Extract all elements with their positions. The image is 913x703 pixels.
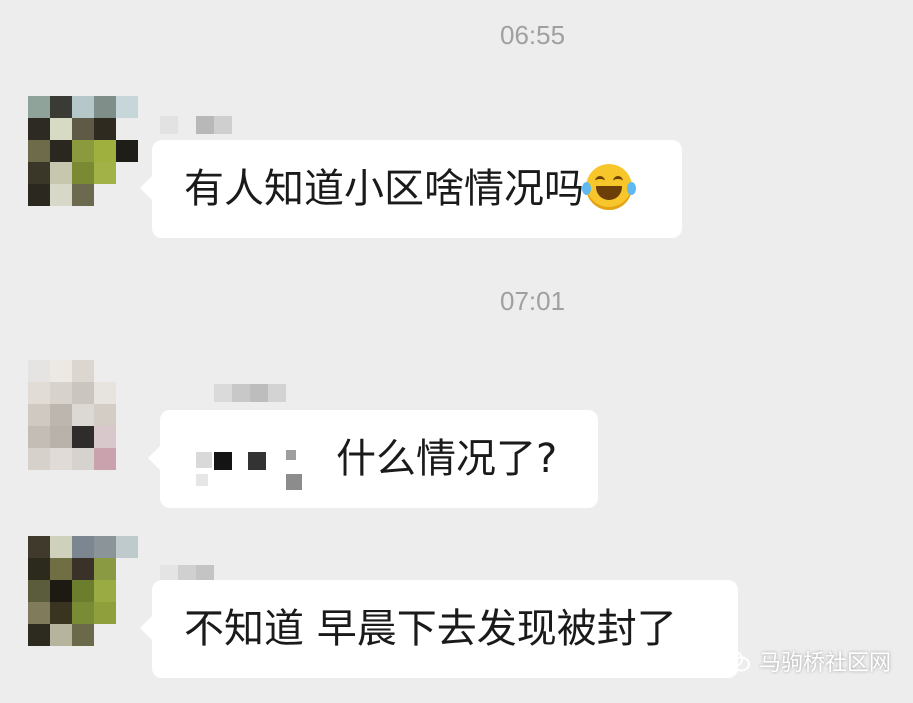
redacted-mosaic [196,440,316,496]
avatar[interactable] [28,536,138,646]
sender-nickname-redacted [214,384,286,402]
wechat-icon [720,649,751,673]
timestamp: 07:01 [500,286,566,316]
tears-of-joy-emoji-icon [582,164,636,210]
message-bubble[interactable]: 不知道 早晨下去发现被封了 [140,580,738,678]
message-bubble[interactable]: 有人知道小区啥情况吗 [140,140,682,238]
sender-nickname-redacted [160,116,232,134]
watermark-text: 马驹桥社区网 [758,651,891,676]
timestamp: 06:55 [500,20,566,50]
message-text: 不知道 早晨下去发现被封了 [184,606,677,652]
watermark: 马驹桥社区网 [720,645,891,677]
message-text: 什么情况了? [336,436,558,482]
message-text: 有人知道小区啥情况吗 [184,166,584,212]
avatar[interactable] [28,360,138,470]
avatar[interactable] [28,96,138,206]
